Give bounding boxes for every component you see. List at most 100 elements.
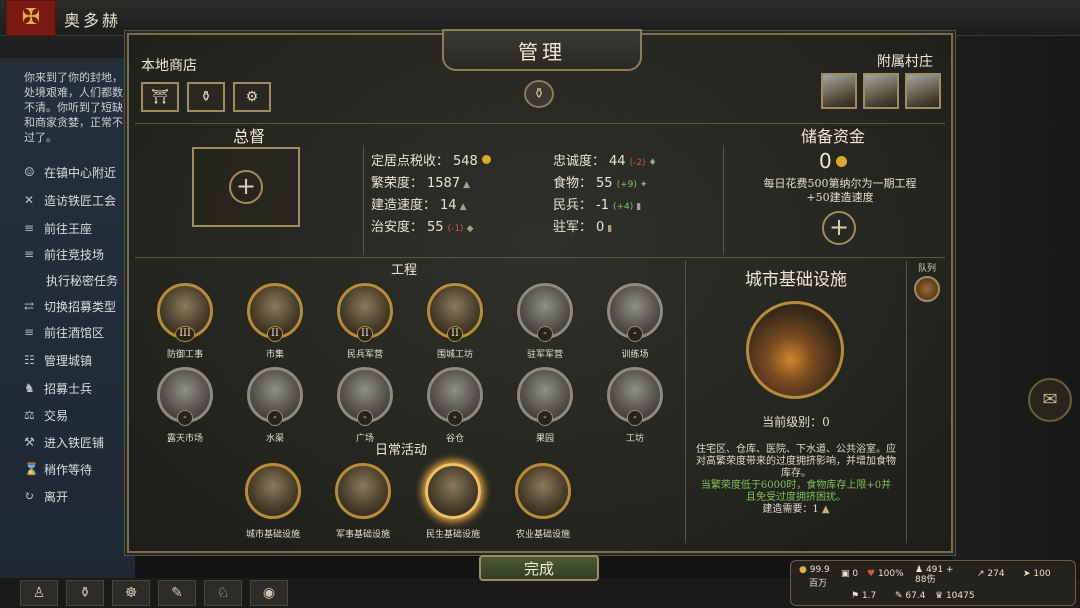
villages-label: 附属村庄 [877, 54, 933, 70]
reserve-description: 每日花费500第纳尔为一期工程 +50建造速度 [763, 177, 917, 204]
add-reserve-icon[interactable]: + [822, 211, 856, 245]
inventory-icon[interactable]: ⚱ [66, 580, 104, 606]
arena-icon: ≡ [24, 247, 35, 261]
anvil-icon: ✕ [24, 193, 35, 207]
agriculture-infrastructure-icon [515, 463, 571, 519]
barracks-icon: II [337, 283, 393, 342]
quest-icon[interactable]: ✎ [158, 580, 196, 606]
done-button[interactable]: 完成 [479, 555, 599, 581]
aqueduct-icon: - [247, 367, 303, 426]
build-queue[interactable]: 队列 [909, 261, 945, 309]
anvil-icon[interactable]: ⚱ [187, 82, 225, 112]
influence-stat: ⚑ 1.7 [851, 591, 877, 601]
food-stat: ▣ 0 [841, 569, 859, 579]
build-icon: ▲ [459, 202, 467, 212]
clan-icon[interactable]: ☸ [112, 580, 150, 606]
throne-icon: ≡ [24, 221, 35, 235]
divider [906, 261, 907, 543]
panel-title: 管理 [442, 29, 642, 71]
character-icon[interactable]: ♙ [20, 580, 58, 606]
loyalty-icon: ♦ [648, 158, 657, 168]
project-training-field[interactable]: - 训练场 [607, 283, 663, 360]
detail-title: 城市基础设施 [745, 270, 847, 290]
menu-item-throne[interactable]: ≡ 前往王座 [24, 218, 92, 238]
detail-description: 住宅区、仓库、医院、下水道、公共浴室。应对高繁荣度带来的过度拥挤影响，并增加食物… [696, 444, 896, 515]
menu-item-recruit[interactable]: ♞ 招募士兵 [24, 378, 92, 398]
banner-icon: ✠ [6, 0, 56, 36]
town-intro-text: 你来到了你的封地，处境艰难，人们都数不清。你听到了短缺和商家贪婪，正常不过了。 [24, 71, 123, 144]
project-aqueduct[interactable]: - 水渠 [247, 367, 303, 444]
village-thumb-2[interactable] [863, 73, 899, 109]
projects-title: 工程 [391, 263, 418, 278]
menu-item-swap-recruit[interactable]: ⇄ 切换招募类型 [24, 296, 116, 316]
stat-prosperity: 繁荣度： 1587 ▲ [371, 176, 471, 191]
tavern-icon: ≡ [24, 325, 35, 339]
basket-icon: ⚱ [524, 80, 554, 108]
stat-tax: 定居点税收： 548 [371, 150, 491, 169]
kingdom-icon[interactable]: ◉ [250, 580, 288, 606]
stat-loyalty: 忠诚度： 44 (-2) ♦ [553, 154, 657, 169]
coin-icon [481, 155, 491, 164]
stall-icon[interactable]: ⛩ [141, 82, 179, 112]
speed-stat: ↗ 274 [977, 569, 1005, 579]
swap-icon: ⇄ [24, 299, 35, 313]
governor-slot[interactable]: + [192, 147, 300, 227]
menu-item-smithy[interactable]: ⚒ 进入铁匠铺 [24, 432, 104, 452]
city-infrastructure-icon [245, 463, 301, 519]
town-management-panel: 管理 本地商店 ⛩ ⚱ ⚙ ⚱ 附属村庄 总督 + 定居点税收： 548 繁荣度：… [127, 29, 953, 581]
recruit-icon: ♞ [24, 381, 35, 395]
hourglass-icon: ⌛ [24, 462, 39, 476]
village-thumb-3[interactable] [905, 73, 941, 109]
menu-item-wait[interactable]: ⌛ 稍作等待 [24, 459, 92, 479]
bag-icon[interactable]: ⚙ [233, 82, 271, 112]
menu-item-leave[interactable]: ↻ 离开 [24, 486, 68, 506]
workshop-icon: - [607, 367, 663, 426]
governor-title: 总督 [233, 127, 266, 146]
menu-item-arena[interactable]: ≡ 前往竞技场 [24, 244, 104, 264]
renown-stat: ♛ 10475 [935, 591, 975, 601]
coin-icon [835, 156, 847, 167]
divider [363, 145, 364, 255]
daily-military-infrastructure[interactable]: 军事基础设施 [335, 463, 391, 540]
manage-icon: ☷ [24, 353, 35, 367]
food-icon: ▣ [841, 569, 850, 579]
project-fortifications[interactable]: III 防御工事 [157, 283, 213, 360]
detail-requirement: 建造需要：1 ▲ [762, 504, 830, 515]
reserve-amount: 0 [819, 149, 847, 173]
village-thumb-1[interactable] [821, 73, 857, 109]
gold-unit: 百万 [809, 579, 828, 589]
project-workshop[interactable]: - 工坊 [607, 367, 663, 444]
daily-civil-infrastructure[interactable]: 民生基础设施 [425, 463, 481, 540]
queue-item-icon [914, 276, 940, 302]
menu-item-secret-mission[interactable]: 执行秘密任务 [46, 270, 118, 290]
project-militia-barracks[interactable]: II 民兵军营 [337, 283, 393, 360]
project-orchard[interactable]: - 果园 [517, 367, 573, 444]
menu-item-town-center[interactable]: ☺ 在镇中心附近 [24, 162, 116, 182]
forum-icon: - [337, 367, 393, 426]
project-garrison-barracks[interactable]: - 驻军军营 [517, 283, 573, 360]
menu-item-trade[interactable]: ⚖ 交易 [24, 405, 68, 425]
fortification-icon: III [157, 283, 213, 342]
detail-level: 当前级别：0 [762, 415, 830, 429]
map-background-right [952, 36, 1080, 576]
walk-icon: ☺ [24, 165, 35, 179]
morale-icon: ➤ [1023, 569, 1031, 579]
training-field-icon: - [607, 283, 663, 342]
project-siege-workshop[interactable]: II 围城工坊 [427, 283, 483, 360]
party-status-panel: ● 99.9 百万 ▣ 0 ♥ 100% ♟ 491 + 88伤 ↗ 274 ➤… [790, 560, 1076, 606]
menu-item-manage-town[interactable]: ☷ 管理城镇 [24, 350, 92, 370]
menu-item-smith-guild[interactable]: ✕ 造访铁匠工会 [24, 190, 116, 210]
detail-building-image [746, 301, 844, 399]
troops-icon: ♟ [915, 565, 924, 575]
project-open-market[interactable]: - 露天市场 [157, 367, 213, 444]
project-marketplace[interactable]: II 市集 [247, 283, 303, 360]
menu-item-tavern[interactable]: ≡ 前往酒馆区 [24, 322, 104, 342]
scroll-icon[interactable]: ✉ [1028, 378, 1072, 422]
daily-city-infrastructure[interactable]: 城市基础设施 [245, 463, 301, 540]
party-icon[interactable]: ♘ [204, 580, 242, 606]
project-granary[interactable]: - 谷仓 [427, 367, 483, 444]
garrison-icon: ▮ [607, 224, 613, 234]
security-icon: ◆ [466, 224, 474, 234]
daily-agriculture-infrastructure[interactable]: 农业基础设施 [515, 463, 571, 540]
project-forum[interactable]: - 广场 [337, 367, 393, 444]
